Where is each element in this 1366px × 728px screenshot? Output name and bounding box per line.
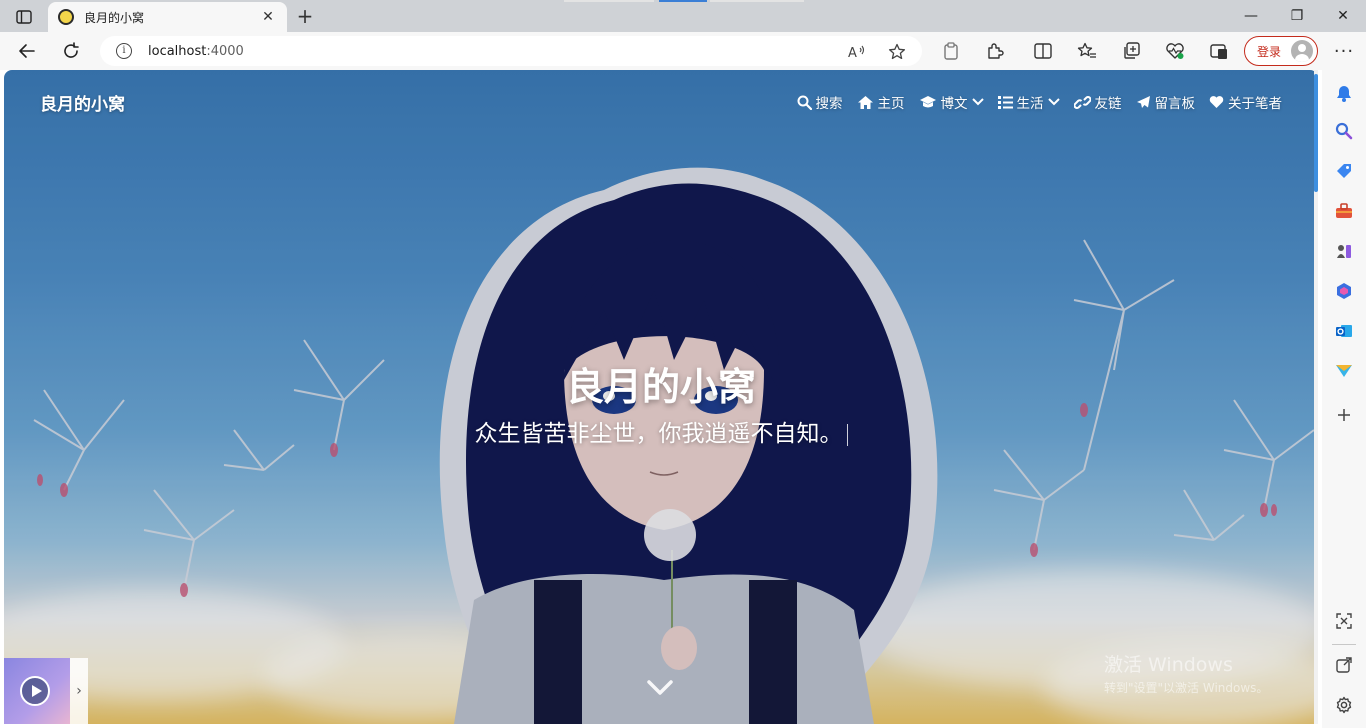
screenshot-icon[interactable]: [1333, 610, 1355, 632]
nav-item-label: 关于笔者: [1228, 96, 1282, 112]
watermark-line1: 激活 Windows: [1104, 654, 1233, 676]
close-window-button[interactable]: ✕: [1320, 0, 1366, 32]
outlook-icon[interactable]: [1333, 320, 1355, 342]
login-label: 登录: [1257, 44, 1282, 59]
read-aloud-icon[interactable]: A: [848, 43, 866, 61]
nav-item-label: 友链: [1094, 96, 1122, 112]
search-icon[interactable]: [1333, 120, 1355, 142]
edge-sidebar: [1322, 70, 1366, 728]
url-port: :4000: [206, 43, 244, 59]
chevron-down-icon: [1047, 98, 1060, 106]
nav-item-label: 生活: [1016, 96, 1044, 112]
favorites-icon[interactable]: [1076, 40, 1098, 62]
site-info-icon[interactable]: i: [116, 43, 132, 59]
settings-icon[interactable]: [1333, 694, 1355, 716]
bell-icon[interactable]: [1333, 82, 1355, 104]
maximize-button[interactable]: ❐: [1274, 0, 1320, 32]
watermark-line2: 转到"设置"以激活 Windows。: [1104, 681, 1269, 695]
scroll-down-chevron-icon[interactable]: [646, 676, 674, 700]
nav-item-label: 博文: [940, 96, 968, 112]
page-scrollbar[interactable]: [1314, 70, 1318, 724]
hero-title: 良月的小窝: [565, 365, 756, 409]
settings-more-button[interactable]: ···: [1330, 36, 1358, 66]
svg-text:A: A: [848, 46, 857, 60]
address-url[interactable]: localhost:4000: [148, 44, 244, 59]
windows-activation-watermark: 激活 Windows 转到"设置"以激活 Windows。: [1104, 650, 1268, 696]
tab-strip-indicator: [710, 0, 804, 2]
chess-icon[interactable]: [1333, 240, 1355, 262]
nav-item-home[interactable]: 主页: [857, 92, 905, 112]
add-icon[interactable]: [1333, 404, 1355, 426]
nav-item-guestbook[interactable]: 留言板: [1136, 92, 1196, 112]
split-screen-icon[interactable]: [1032, 40, 1054, 62]
send-icon[interactable]: [1333, 360, 1355, 382]
tab-close-icon[interactable]: ✕: [259, 9, 277, 25]
site-menu: 搜索 主页 博文 生活 友链 留言板 关于笔者: [783, 92, 1282, 112]
tag-icon[interactable]: [1333, 160, 1355, 182]
browser-toolbar: i localhost:4000 A 登录 ···: [0, 32, 1366, 70]
site-brand-link[interactable]: 良月的小窝: [40, 90, 125, 115]
tab-strip-indicator-active: [659, 0, 707, 2]
page-viewport: 良月的小窝 搜索 主页 博文 生活 友链 留言板 关于笔者 良月的小窝 众生皆苦…: [4, 70, 1318, 724]
workspaces-icon[interactable]: [1208, 40, 1230, 62]
title-bar: 良月的小窝 ✕ + — ❐ ✕: [0, 0, 1366, 32]
nav-item-label: 主页: [877, 96, 905, 112]
typing-cursor: [846, 423, 848, 446]
play-icon[interactable]: [20, 676, 50, 706]
copilot-icon[interactable]: [1333, 280, 1355, 302]
tab-title: 良月的小窝: [84, 10, 145, 25]
extensions-icon[interactable]: [984, 40, 1006, 62]
link-icon: [1073, 95, 1091, 109]
nav-item-life[interactable]: 生活: [997, 92, 1060, 112]
sidebar-divider: [1332, 644, 1356, 645]
back-button[interactable]: [12, 36, 42, 66]
music-player: ›: [4, 658, 88, 724]
collections-icon[interactable]: [1120, 40, 1142, 62]
graduation-cap-icon: [919, 96, 936, 108]
nav-item-label: 留言板: [1154, 96, 1196, 112]
hero-subtitle: 众生皆苦非尘世，你我逍遥不自知。: [4, 414, 1318, 448]
site-navbar: 良月的小窝 搜索 主页 博文 生活 友链 留言板 关于笔者: [4, 70, 1318, 132]
tab-actions-icon[interactable]: [10, 6, 38, 28]
open-external-icon[interactable]: [1333, 654, 1355, 676]
home-icon: [857, 95, 873, 109]
tab-strip-indicator: [564, 0, 654, 2]
nav-item-search[interactable]: 搜索: [797, 92, 843, 112]
nav-item-about[interactable]: 关于笔者: [1209, 92, 1282, 112]
list-icon: [997, 95, 1013, 109]
nav-item-label: 搜索: [815, 96, 843, 112]
favorite-star-icon[interactable]: [888, 43, 906, 61]
new-tab-button[interactable]: +: [292, 3, 318, 29]
profile-login-button[interactable]: 登录: [1244, 36, 1318, 66]
browser-essentials-icon[interactable]: [1164, 40, 1186, 62]
minimize-button[interactable]: —: [1228, 0, 1274, 32]
site-favicon-icon: [58, 9, 74, 25]
refresh-button[interactable]: [56, 36, 86, 66]
paper-plane-icon: [1136, 95, 1150, 108]
search-icon: [797, 95, 812, 110]
toolbox-icon[interactable]: [1333, 200, 1355, 222]
nav-item-posts[interactable]: 博文: [919, 92, 984, 112]
profile-avatar-icon: [1291, 40, 1313, 62]
heart-icon: [1209, 96, 1224, 108]
hero-subtitle-text: 众生皆苦非尘世，你我逍遥不自知。: [474, 421, 843, 447]
chevron-down-icon: [971, 98, 984, 106]
player-toggle-button[interactable]: ›: [70, 658, 88, 724]
address-bar[interactable]: i localhost:4000 A: [100, 36, 922, 66]
browser-tab[interactable]: 良月的小窝 ✕: [48, 2, 287, 32]
clipboard-icon[interactable]: [940, 40, 962, 62]
scrollbar-thumb[interactable]: [1314, 74, 1318, 192]
url-host: localhost: [148, 43, 207, 59]
nav-item-friend-links[interactable]: 友链: [1073, 92, 1122, 112]
